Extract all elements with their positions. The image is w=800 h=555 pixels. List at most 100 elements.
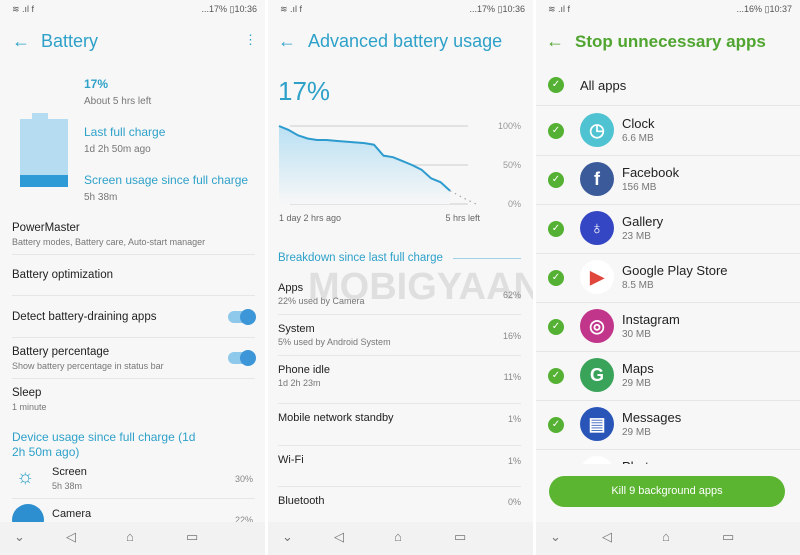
app-size: 156 MB bbox=[622, 182, 657, 193]
battery-chart: 100% 50% 0% 1 day 2 hrs ago 5 hrs left bbox=[278, 121, 521, 223]
more-options-icon[interactable]: ⋮ bbox=[244, 32, 257, 48]
back-icon[interactable]: ◁ bbox=[66, 529, 76, 545]
app-name: Google Play Store bbox=[622, 263, 728, 278]
usage-pct: 30% bbox=[234, 474, 253, 484]
app-checkbox[interactable]: ✓ bbox=[548, 123, 564, 139]
time-left: About 5 hrs left bbox=[84, 96, 152, 107]
app-icon: G bbox=[580, 358, 614, 392]
page-title: Advanced battery usage bbox=[308, 31, 503, 51]
detect-draining-apps-toggle[interactable] bbox=[228, 309, 256, 325]
app-checkbox[interactable]: ✓ bbox=[548, 172, 564, 188]
app-name: Maps bbox=[622, 361, 654, 376]
row-pct: 11% bbox=[503, 372, 521, 382]
divider bbox=[536, 400, 800, 401]
breakdown-row[interactable]: Apps 22% used by Camera 62% bbox=[268, 278, 533, 316]
home-icon[interactable]: ⌂ bbox=[662, 529, 670, 544]
app-row[interactable]: ✓ ◷ Clock 6.6 MB bbox=[536, 113, 800, 162]
app-row[interactable]: ✓ ▶ Google Play Store 8.5 MB bbox=[536, 260, 800, 309]
app-row[interactable]: ✓ ▤ Messages 29 MB bbox=[536, 407, 800, 456]
device-usage-heading: Device usage since full charge (1d 2h 50… bbox=[12, 430, 196, 459]
x-tick-label: 1 day 2 hrs ago bbox=[279, 213, 341, 223]
app-checkbox[interactable]: ✓ bbox=[548, 221, 564, 237]
item-sub: Battery modes, Battery care, Auto-start … bbox=[12, 237, 206, 247]
back-arrow-icon[interactable]: ← bbox=[12, 31, 30, 52]
item-label: Sleep bbox=[12, 387, 42, 399]
battery-percent: 17% bbox=[84, 77, 109, 91]
nav-bar: ⌄ ◁ ⌂ ▭ bbox=[0, 522, 265, 555]
app-checkbox[interactable]: ✓ bbox=[548, 417, 564, 433]
recents-icon[interactable]: ▭ bbox=[454, 529, 466, 545]
notification-down-icon[interactable]: ⌄ bbox=[550, 529, 561, 545]
recents-icon[interactable]: ▭ bbox=[186, 529, 198, 545]
item-sub: 1 minute bbox=[12, 402, 47, 412]
page-title: Battery bbox=[41, 31, 99, 51]
app-row[interactable]: ✓ ◎ Instagram 30 MB bbox=[536, 309, 800, 358]
breakdown-row[interactable]: Mobile network standby 1% bbox=[268, 408, 533, 446]
back-arrow-icon[interactable]: ← bbox=[546, 31, 564, 52]
battery-screen: ≋ .ıl f ...17% ▯10:36 ← Battery ⋮ 17% Ab… bbox=[0, 0, 265, 555]
divider bbox=[278, 445, 521, 446]
app-row[interactable]: ✓ G Maps 29 MB bbox=[536, 358, 800, 407]
row-pct: 1% bbox=[507, 414, 521, 424]
all-apps-checkbox[interactable]: ✓ bbox=[548, 77, 564, 93]
usage-label[interactable]: Camera bbox=[52, 508, 91, 520]
battery-percentage-toggle[interactable] bbox=[228, 350, 256, 366]
divider bbox=[536, 351, 800, 352]
back-icon[interactable]: ◁ bbox=[602, 529, 612, 545]
sleep-item[interactable]: Sleep 1 minute bbox=[0, 385, 265, 417]
last-full-charge-value: 1d 2h 50m ago bbox=[84, 144, 151, 155]
app-name: Gallery bbox=[622, 214, 664, 229]
recents-icon[interactable]: ▭ bbox=[722, 529, 734, 545]
breakdown-row[interactable]: Phone idle 1d 2h 23m 11% bbox=[268, 360, 533, 398]
home-icon[interactable]: ⌂ bbox=[126, 529, 134, 544]
app-icon: f bbox=[580, 162, 614, 196]
app-icon: ◎ bbox=[580, 309, 614, 343]
status-icons: ≋ .ıl f bbox=[280, 4, 303, 14]
app-icon: ♁ bbox=[580, 211, 614, 245]
powermaster-item[interactable]: PowerMaster Battery modes, Battery care,… bbox=[0, 220, 265, 256]
app-name: Clock bbox=[622, 116, 655, 131]
battery-optimization-item[interactable]: Battery optimization bbox=[12, 269, 113, 281]
y-tick-label: 50% bbox=[503, 160, 521, 170]
breakdown-row[interactable]: Wi-Fi 1% bbox=[268, 450, 533, 488]
kill-apps-button[interactable]: Kill 9 background apps bbox=[549, 476, 785, 507]
app-checkbox[interactable]: ✓ bbox=[548, 270, 564, 286]
row-sub: 5% used by Android System bbox=[278, 337, 391, 347]
heading-line bbox=[453, 258, 521, 259]
app-size: 8.5 MB bbox=[622, 280, 654, 291]
notification-down-icon[interactable]: ⌄ bbox=[282, 529, 293, 545]
home-icon[interactable]: ⌂ bbox=[394, 529, 402, 544]
notification-down-icon[interactable]: ⌄ bbox=[14, 529, 25, 545]
row-pct: 16% bbox=[502, 331, 521, 341]
row-label: System bbox=[278, 323, 315, 335]
y-tick-label: 0% bbox=[508, 199, 521, 209]
app-checkbox[interactable]: ✓ bbox=[548, 368, 564, 384]
divider bbox=[278, 355, 521, 356]
screen-usage-value: 5h 38m bbox=[84, 192, 118, 203]
back-icon[interactable]: ◁ bbox=[334, 529, 344, 545]
all-apps-label: All apps bbox=[580, 78, 627, 93]
brightness-icon: ☼ bbox=[16, 466, 35, 488]
app-row[interactable]: ✓ ♁ Gallery 23 MB bbox=[536, 211, 800, 260]
app-checkbox[interactable]: ✓ bbox=[548, 319, 564, 335]
app-row[interactable]: ✓ f Facebook 156 MB bbox=[536, 162, 800, 211]
app-name: Instagram bbox=[622, 312, 680, 327]
row-pct: 62% bbox=[502, 290, 521, 300]
divider bbox=[278, 403, 521, 404]
divider bbox=[536, 449, 800, 450]
row-label: Bluetooth bbox=[278, 495, 325, 507]
usage-label[interactable]: Screen bbox=[52, 466, 87, 478]
status-time: ...17% ▯10:36 bbox=[469, 4, 526, 14]
last-full-charge-label: Last full charge bbox=[84, 125, 166, 139]
back-arrow-icon[interactable]: ← bbox=[278, 31, 296, 52]
divider bbox=[536, 302, 800, 303]
app-size: 23 MB bbox=[622, 231, 651, 242]
app-size: 29 MB bbox=[622, 427, 651, 438]
nav-bar: ⌄ ◁ ⌂ ▭ bbox=[268, 522, 533, 555]
divider bbox=[12, 498, 255, 499]
divider bbox=[12, 254, 255, 255]
nav-bar: ⌄ ◁ ⌂ ▭ bbox=[536, 522, 800, 555]
battery-percent: 17% bbox=[278, 76, 331, 106]
breakdown-row[interactable]: System 5% used by Android System 16% bbox=[268, 319, 533, 357]
app-size: 6.6 MB bbox=[622, 133, 654, 144]
